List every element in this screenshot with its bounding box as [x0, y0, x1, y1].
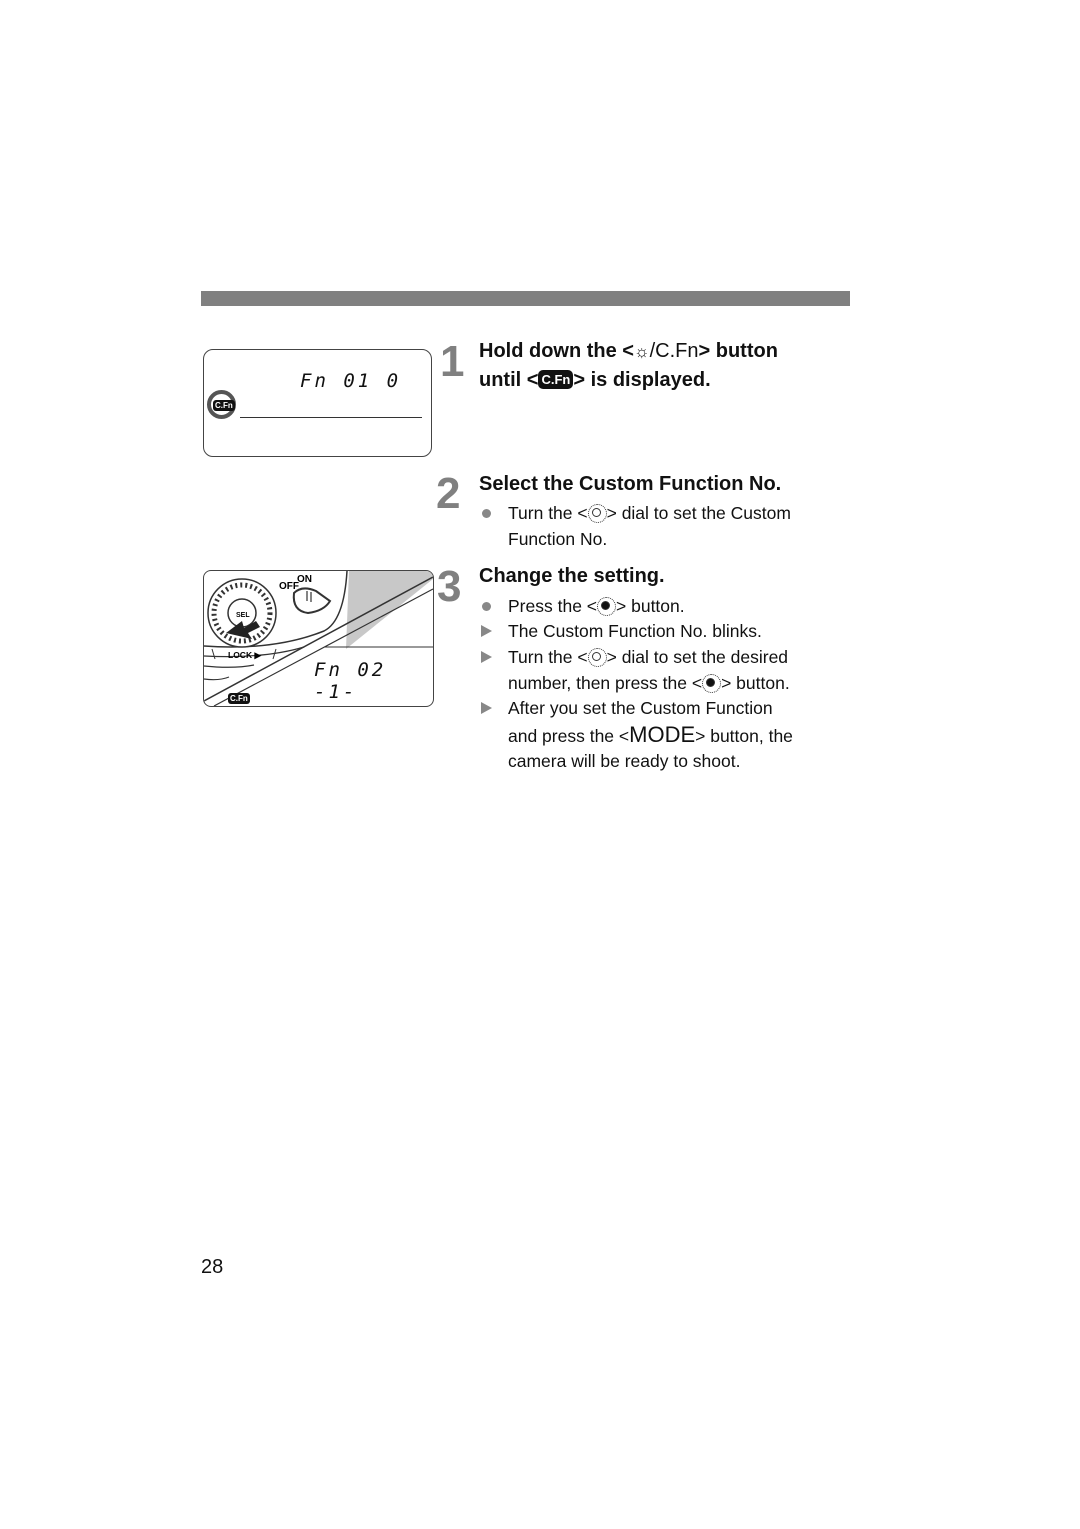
set-button-icon	[702, 673, 722, 693]
flash-sun-icon: ☼	[634, 342, 650, 361]
text: Hold down the <	[479, 340, 634, 362]
text: > button	[698, 340, 778, 362]
step-number-3: 3	[437, 562, 462, 611]
section-header-bar	[201, 291, 850, 306]
main-dial-icon	[587, 648, 607, 667]
list-item: After you set the Custom Function and pr…	[479, 696, 859, 775]
text: > button.	[616, 596, 685, 616]
step-2-title: Select the Custom Function No.	[479, 473, 782, 495]
text: > is displayed.	[573, 369, 711, 391]
sel-label: SEL	[236, 612, 250, 619]
bullet-triangle-icon	[481, 702, 492, 714]
shading-wedge	[346, 571, 433, 649]
main-dial-icon	[587, 504, 607, 523]
list-item: Press the < > button.	[479, 594, 859, 620]
bullet-triangle-icon	[481, 651, 492, 663]
text: Function No.	[508, 528, 608, 549]
cfn-badge-icon: C.Fn	[213, 400, 235, 411]
text: and press the <	[508, 725, 630, 746]
text: The Custom Function No. blinks.	[508, 621, 762, 641]
bullet-triangle-icon	[481, 625, 492, 637]
on-label: ON	[297, 574, 312, 585]
list-item: Turn the < > dial to set the desired numb…	[479, 645, 859, 696]
lcd-display-text: Fn 01 0	[300, 370, 402, 392]
text: Press the <	[508, 596, 598, 616]
text: camera will be ready to shoot.	[508, 751, 741, 772]
step-3-title: Change the setting.	[479, 565, 665, 587]
cfn-badge-icon: C.Fn	[228, 693, 250, 704]
lcd-panel-illustration: Fn 01 0 C.Fn	[203, 349, 432, 457]
text: After you set the Custom Function	[508, 698, 773, 718]
text: Turn the <	[508, 503, 588, 523]
mode-button-label: MODE	[629, 721, 696, 747]
cfn-badge-icon: C.Fn	[538, 370, 574, 389]
bullet-dot-icon	[482, 602, 491, 611]
text: until <	[479, 369, 539, 391]
text: > button.	[721, 672, 790, 693]
text: > button, the	[695, 725, 793, 746]
lock-label: LOCK ▶	[228, 650, 262, 660]
lcd-divider	[240, 417, 422, 418]
text: Turn the <	[508, 647, 588, 667]
step-1-title: Hold down the <☼/C.Fn> button until < C.F…	[479, 337, 778, 395]
camera-dial-illustration: SEL OFF ON LOCK ▶ Fn 02 -1- C.Fn	[203, 570, 434, 707]
page-number: 28	[201, 1256, 224, 1278]
lcd-display-text: Fn 02 -1-	[314, 659, 387, 703]
text: number, then press the <	[508, 672, 703, 693]
list-item: The Custom Function No. blinks.	[479, 619, 859, 645]
step-number-2: 2	[436, 469, 461, 518]
step-number-1: 1	[440, 337, 465, 386]
list-item: Turn the < > dial to set the Custom Funct…	[479, 501, 859, 552]
text: /C.Fn	[649, 340, 699, 362]
set-button-icon	[597, 597, 617, 616]
power-switch	[292, 587, 332, 615]
text: > dial to set the desired	[606, 647, 789, 667]
bullet-dot-icon	[482, 509, 491, 518]
text: > dial to set the Custom	[606, 503, 791, 523]
